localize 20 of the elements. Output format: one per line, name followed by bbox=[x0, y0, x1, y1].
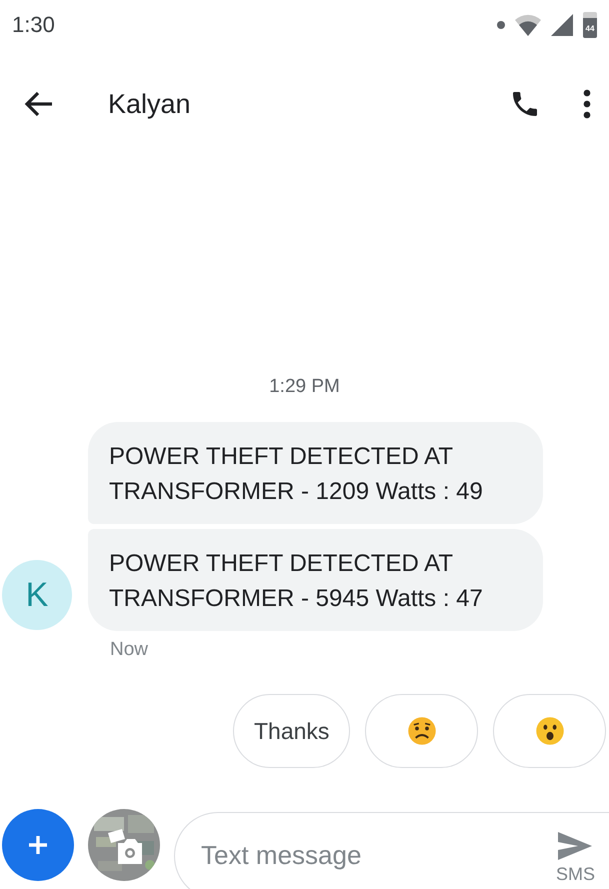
message-timestamp: 1:29 PM bbox=[268, 376, 341, 398]
send-button[interactable]: SMS bbox=[548, 832, 609, 885]
send-icon bbox=[558, 832, 592, 860]
worried-face-icon bbox=[406, 716, 437, 746]
suggestion-chip[interactable]: Thanks bbox=[233, 694, 350, 768]
signal-icon bbox=[551, 14, 573, 36]
message-bubble: POWER THEFT DETECTED AT TRANSFORMER - 5945 Watts : 47 bbox=[88, 529, 543, 631]
message-bubble: POWER THEFT DETECTED AT TRANSFORMER - 1209 Watts : 49 bbox=[88, 422, 543, 524]
contact-avatar: K bbox=[2, 560, 72, 630]
surprised-face-icon bbox=[534, 716, 565, 746]
more-options-icon[interactable] bbox=[583, 89, 591, 119]
wifi-icon bbox=[515, 14, 541, 36]
battery-icon: 44 bbox=[583, 12, 597, 38]
back-icon[interactable] bbox=[24, 91, 54, 117]
plus-icon bbox=[27, 834, 49, 856]
message-input[interactable]: Text message SMS bbox=[174, 812, 609, 889]
status-time: 1:30 bbox=[12, 12, 55, 38]
message-status: Now bbox=[109, 639, 148, 661]
notification-dot-icon bbox=[497, 21, 505, 29]
contact-name: Kalyan bbox=[108, 88, 192, 120]
